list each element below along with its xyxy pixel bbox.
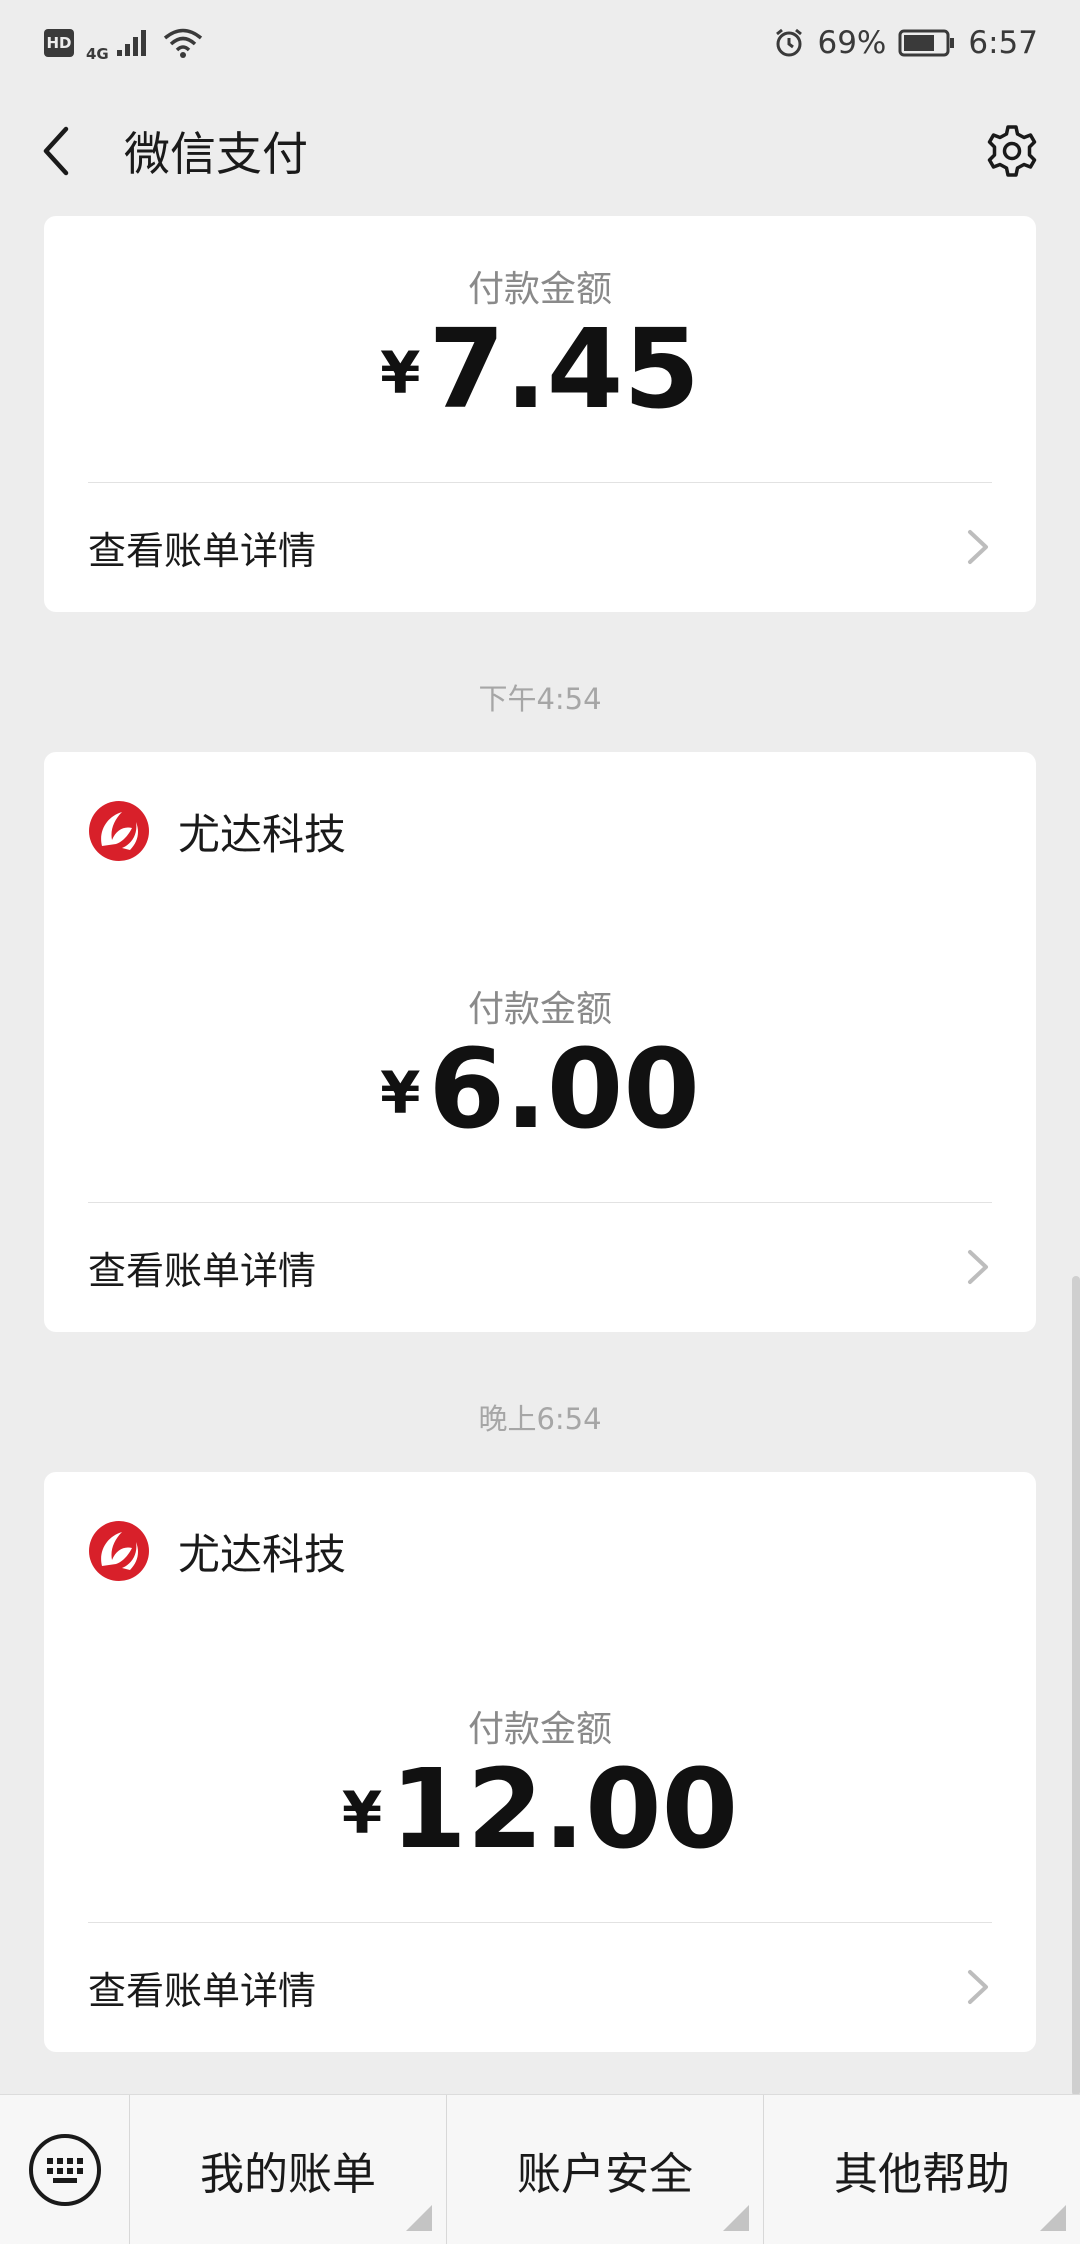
- divider: [88, 1922, 992, 1923]
- amount-block: 付款金额 ¥ 6.00: [44, 988, 1036, 1148]
- merchant-name: 尤达科技: [178, 1529, 347, 1579]
- view-bill-detail-label: 查看账单详情: [88, 1968, 317, 2013]
- view-bill-detail-label: 查看账单详情: [88, 1248, 317, 1293]
- wifi-icon: [163, 28, 202, 58]
- back-button[interactable]: [40, 121, 80, 181]
- view-bill-detail-row[interactable]: 查看账单详情: [88, 1924, 992, 2050]
- battery-icon: [898, 29, 955, 57]
- submenu-indicator-icon: [723, 2204, 749, 2231]
- amount-value: ¥ 12.00: [342, 1754, 738, 1868]
- view-bill-detail-label: 查看账单详情: [88, 528, 317, 573]
- network-type: 4G: [86, 45, 109, 63]
- divider: [88, 482, 992, 483]
- view-bill-detail-row[interactable]: 查看账单详情: [88, 484, 992, 610]
- currency-symbol: ¥: [380, 339, 421, 407]
- amount-number: 7.45: [428, 305, 700, 433]
- submenu-indicator-icon: [406, 2204, 432, 2231]
- page-title: 微信支付: [124, 127, 308, 181]
- menu-other-help[interactable]: 其他帮助: [764, 2095, 1080, 2244]
- status-left: HD 4G: [44, 23, 203, 63]
- payment-card: 尤达科技 付款金额 ¥ 6.00 查看账单详情: [44, 752, 1036, 1332]
- bottom-menu-bar: 我的账单 账户安全 其他帮助: [0, 2094, 1080, 2244]
- amount-value: ¥ 6.00: [380, 1034, 700, 1148]
- status-right: 69% 6:57: [773, 25, 1038, 61]
- wechat-pay-screen: HD 4G 69% 6:57 微信支付 付款金额 ¥ 7.45 查看账单详情 下…: [0, 0, 1080, 2244]
- payment-card: 付款金额 ¥ 7.45 查看账单详情: [44, 216, 1036, 612]
- amount-value: ¥ 7.45: [380, 314, 700, 428]
- amount-number: 12.00: [390, 1745, 739, 1873]
- hd-badge: HD: [44, 29, 74, 57]
- menu-my-bills[interactable]: 我的账单: [130, 2094, 447, 2244]
- currency-symbol: ¥: [341, 1779, 383, 1847]
- keyboard-toggle-button[interactable]: [0, 2094, 130, 2244]
- scrollbar[interactable]: [1072, 1276, 1080, 2096]
- menu-label: 账户安全: [517, 2148, 693, 2200]
- payment-card: 尤达科技 付款金额 ¥ 12.00 查看账单详情: [44, 1472, 1036, 2052]
- signal-icon: [116, 30, 146, 56]
- settings-button[interactable]: [984, 123, 1040, 179]
- merchant-name: 尤达科技: [178, 809, 347, 859]
- merchant-logo-icon: [89, 1521, 149, 1581]
- view-bill-detail-row[interactable]: 查看账单详情: [88, 1204, 992, 1330]
- status-time: 6:57: [968, 25, 1038, 61]
- menu-account-security[interactable]: 账户安全: [447, 2094, 764, 2244]
- nav-bar: 微信支付: [0, 86, 1080, 216]
- merchant-header[interactable]: 尤达科技: [88, 1520, 346, 1582]
- chevron-right-icon: [968, 1970, 988, 2004]
- submenu-indicator-icon: [1040, 2204, 1066, 2231]
- menu-label: 其他帮助: [834, 2148, 1010, 2200]
- amount-block: 付款金额 ¥ 7.45: [44, 268, 1036, 428]
- battery-percent: 69%: [817, 25, 887, 61]
- chevron-right-icon: [968, 530, 988, 564]
- keyboard-icon: [28, 2133, 101, 2206]
- merchant-logo-icon: [89, 801, 149, 861]
- gear-icon: [987, 125, 1037, 177]
- amount-block: 付款金额 ¥ 12.00: [44, 1708, 1036, 1868]
- alarm-icon: [776, 28, 803, 57]
- amount-number: 6.00: [428, 1025, 700, 1153]
- chevron-right-icon: [968, 1250, 988, 1284]
- divider: [88, 1202, 992, 1203]
- merchant-header[interactable]: 尤达科技: [88, 800, 346, 862]
- time-divider: 晚上6:54: [478, 1402, 602, 1436]
- back-arrow-icon: [43, 126, 69, 176]
- menu-label: 我的账单: [200, 2148, 376, 2200]
- currency-symbol: ¥: [380, 1059, 421, 1127]
- status-bar: HD 4G 69% 6:57: [0, 0, 1080, 86]
- time-divider: 下午4:54: [478, 682, 602, 716]
